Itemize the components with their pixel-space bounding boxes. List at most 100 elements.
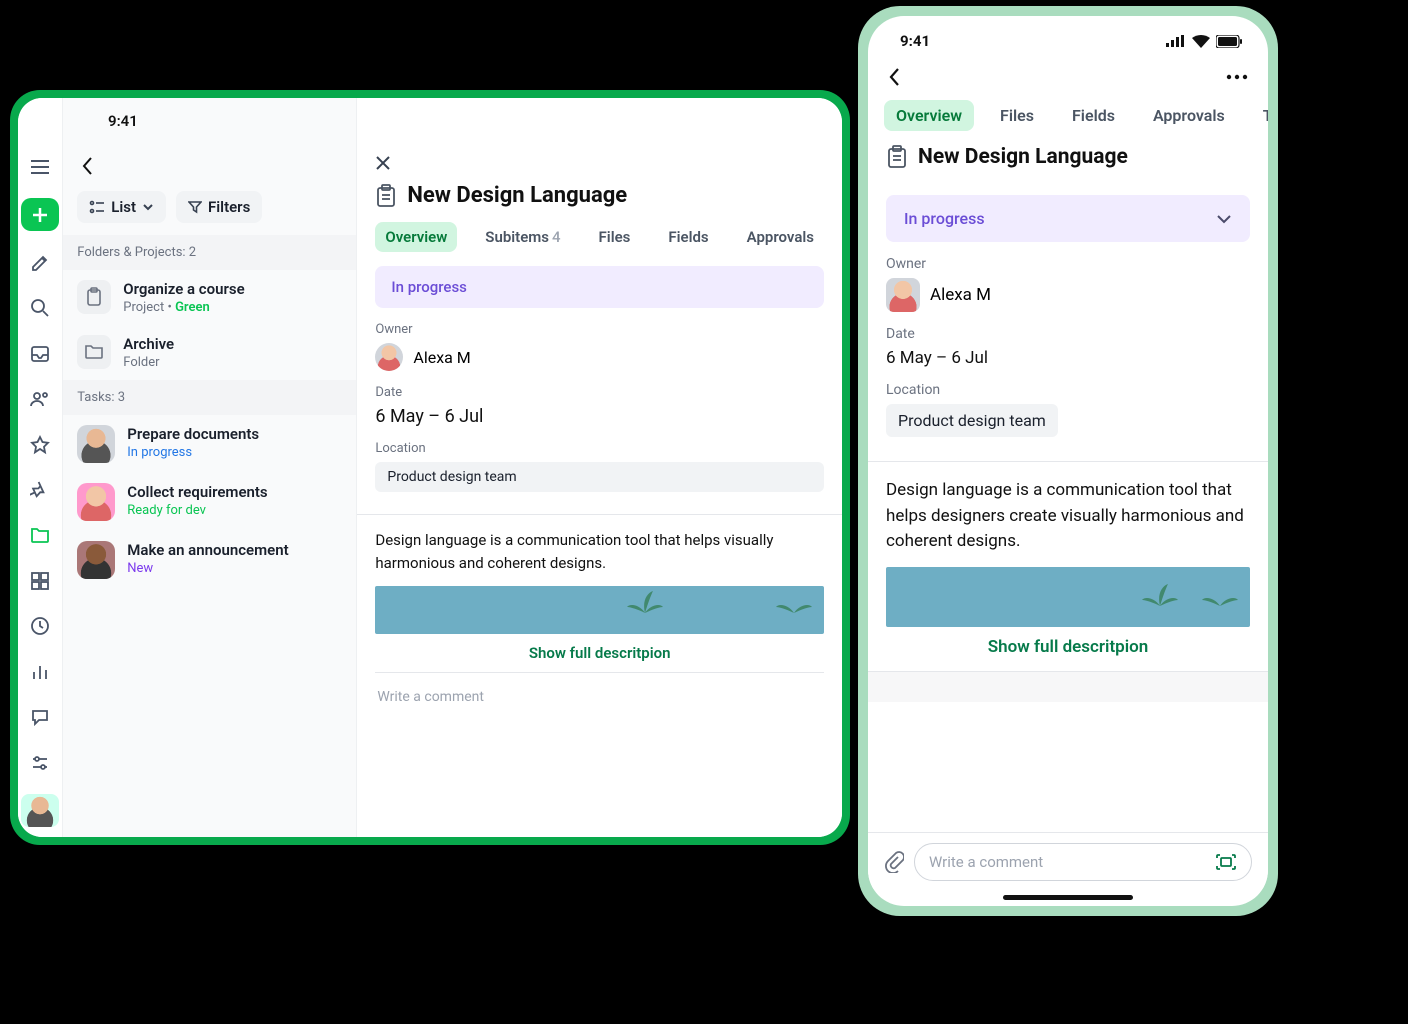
task-item[interactable]: Prepare documents In progress <box>63 415 356 473</box>
tab-approvals[interactable]: Approvals <box>737 222 824 252</box>
assignee-avatar <box>77 425 115 463</box>
folder-title: Organize a course <box>123 280 244 298</box>
tablet-screen: 9:41 <box>18 98 842 837</box>
back-icon[interactable] <box>888 66 902 88</box>
statusbar-time: 9:41 <box>900 32 930 50</box>
icon-rail <box>18 98 62 837</box>
inbox-icon[interactable] <box>24 340 56 367</box>
scan-icon <box>1215 853 1237 871</box>
signal-icon <box>1166 35 1186 47</box>
star-icon[interactable] <box>24 431 56 458</box>
owner-row[interactable]: Alexa M <box>375 343 824 371</box>
folder-icon[interactable] <box>24 522 56 549</box>
add-button[interactable] <box>21 198 59 231</box>
menu-icon[interactable] <box>24 153 56 180</box>
show-full-description[interactable]: Show full descritpion <box>886 627 1250 667</box>
more-icon[interactable] <box>1226 74 1248 80</box>
user-avatar[interactable] <box>21 794 59 827</box>
folder-item[interactable]: Organize a course Project • Green <box>63 270 356 325</box>
folder-title: Archive <box>123 335 174 353</box>
date-value[interactable]: 6 May – 6 Jul <box>375 406 824 427</box>
view-switcher[interactable]: List <box>77 191 166 223</box>
status-value: In progress <box>904 209 985 228</box>
phone-footer: Write a comment <box>868 832 1268 889</box>
detail-title: New Design Language <box>407 183 627 208</box>
description-image <box>886 567 1250 627</box>
clipboard-icon <box>77 280 111 314</box>
view-label: List <box>111 198 136 216</box>
comment-placeholder: Write a comment <box>929 853 1043 871</box>
attach-icon[interactable] <box>884 851 904 873</box>
description-image <box>375 586 824 634</box>
chat-icon[interactable] <box>24 704 56 731</box>
tab-overview[interactable]: Overview <box>375 222 457 252</box>
owner-name: Alexa M <box>930 285 991 305</box>
assignee-avatar <box>77 541 115 579</box>
task-item[interactable]: Collect requirements Ready for dev <box>63 473 356 531</box>
list-pane: List Filters Folders & Projects: 2 Organ… <box>62 98 356 837</box>
detail-title-row: New Design Language <box>375 183 824 208</box>
tab-fields[interactable]: Fields <box>1060 100 1127 131</box>
phone-screen: 9:41 Overview Files Fields Approvals Tim… <box>868 16 1268 906</box>
tasks-header: Tasks: 3 <box>63 380 356 415</box>
date-value[interactable]: 6 May – 6 Jul <box>886 348 1250 368</box>
back-icon[interactable] <box>77 153 99 179</box>
owner-name: Alexa M <box>413 348 470 367</box>
comment-input[interactable]: Write a comment <box>914 843 1252 881</box>
wifi-icon <box>1192 35 1210 48</box>
tab-fields[interactable]: Fields <box>658 222 718 252</box>
tab-time[interactable]: Time t <box>1251 100 1268 131</box>
comment-input[interactable]: Write a comment <box>375 672 824 721</box>
date-label: Date <box>886 326 1250 342</box>
grid-icon[interactable] <box>24 567 56 594</box>
tablet-device: 9:41 <box>10 90 850 845</box>
owner-avatar <box>886 278 920 312</box>
description: Design language is a communication tool … <box>886 478 1250 555</box>
tab-overview[interactable]: Overview <box>884 100 974 131</box>
close-icon[interactable] <box>375 153 824 183</box>
filters-button[interactable]: Filters <box>176 191 262 223</box>
owner-row[interactable]: Alexa M <box>886 278 1250 312</box>
search-icon[interactable] <box>24 295 56 322</box>
tab-files[interactable]: Files <box>988 100 1046 131</box>
assignee-avatar <box>77 483 115 521</box>
edit-icon[interactable] <box>24 249 56 276</box>
task-title: Prepare documents <box>127 425 259 443</box>
chart-icon[interactable] <box>24 658 56 685</box>
task-status: In progress <box>127 445 259 460</box>
folder-icon <box>77 335 111 369</box>
people-icon[interactable] <box>24 385 56 412</box>
chevron-down-icon <box>1216 214 1232 224</box>
detail-title: New Design Language <box>918 145 1128 169</box>
status-select[interactable]: In progress <box>886 195 1250 242</box>
task-item[interactable]: Make an announcement New <box>63 531 356 589</box>
detail-title-row: New Design Language <box>886 145 1250 169</box>
phone-tabs: Overview Files Fields Approvals Time t <box>868 94 1268 141</box>
task-status: Ready for dev <box>127 503 267 518</box>
clock-icon[interactable] <box>24 613 56 640</box>
sliders-icon[interactable] <box>24 749 56 776</box>
task-title: Collect requirements <box>127 483 267 501</box>
filter-icon <box>188 200 202 214</box>
detail-pane: New Design Language Overview Subitems4 F… <box>356 98 842 837</box>
status-select[interactable]: In progress <box>375 266 824 308</box>
task-title: Make an announcement <box>127 541 288 559</box>
chevron-down-icon <box>142 203 154 211</box>
tab-subitems[interactable]: Subitems4 <box>475 222 570 252</box>
owner-avatar <box>375 343 403 371</box>
home-indicator[interactable] <box>1003 895 1133 900</box>
location-chip[interactable]: Product design team <box>886 404 1058 437</box>
folder-item[interactable]: Archive Folder <box>63 325 356 380</box>
filters-label: Filters <box>208 198 250 216</box>
location-chip[interactable]: Product design team <box>375 462 824 492</box>
tab-approvals[interactable]: Approvals <box>1141 100 1237 131</box>
status-value: In progress <box>391 278 467 296</box>
phone-detail: New Design Language In progress Owner Al… <box>868 141 1268 832</box>
owner-label: Owner <box>375 322 824 337</box>
pin-icon[interactable] <box>24 476 56 503</box>
tab-files[interactable]: Files <box>589 222 641 252</box>
folders-header: Folders & Projects: 2 <box>63 235 356 270</box>
show-full-description[interactable]: Show full descritpion <box>375 634 824 672</box>
clipboard-icon <box>375 184 397 208</box>
detail-tabs: Overview Subitems4 Files Fields Approval… <box>375 222 824 252</box>
